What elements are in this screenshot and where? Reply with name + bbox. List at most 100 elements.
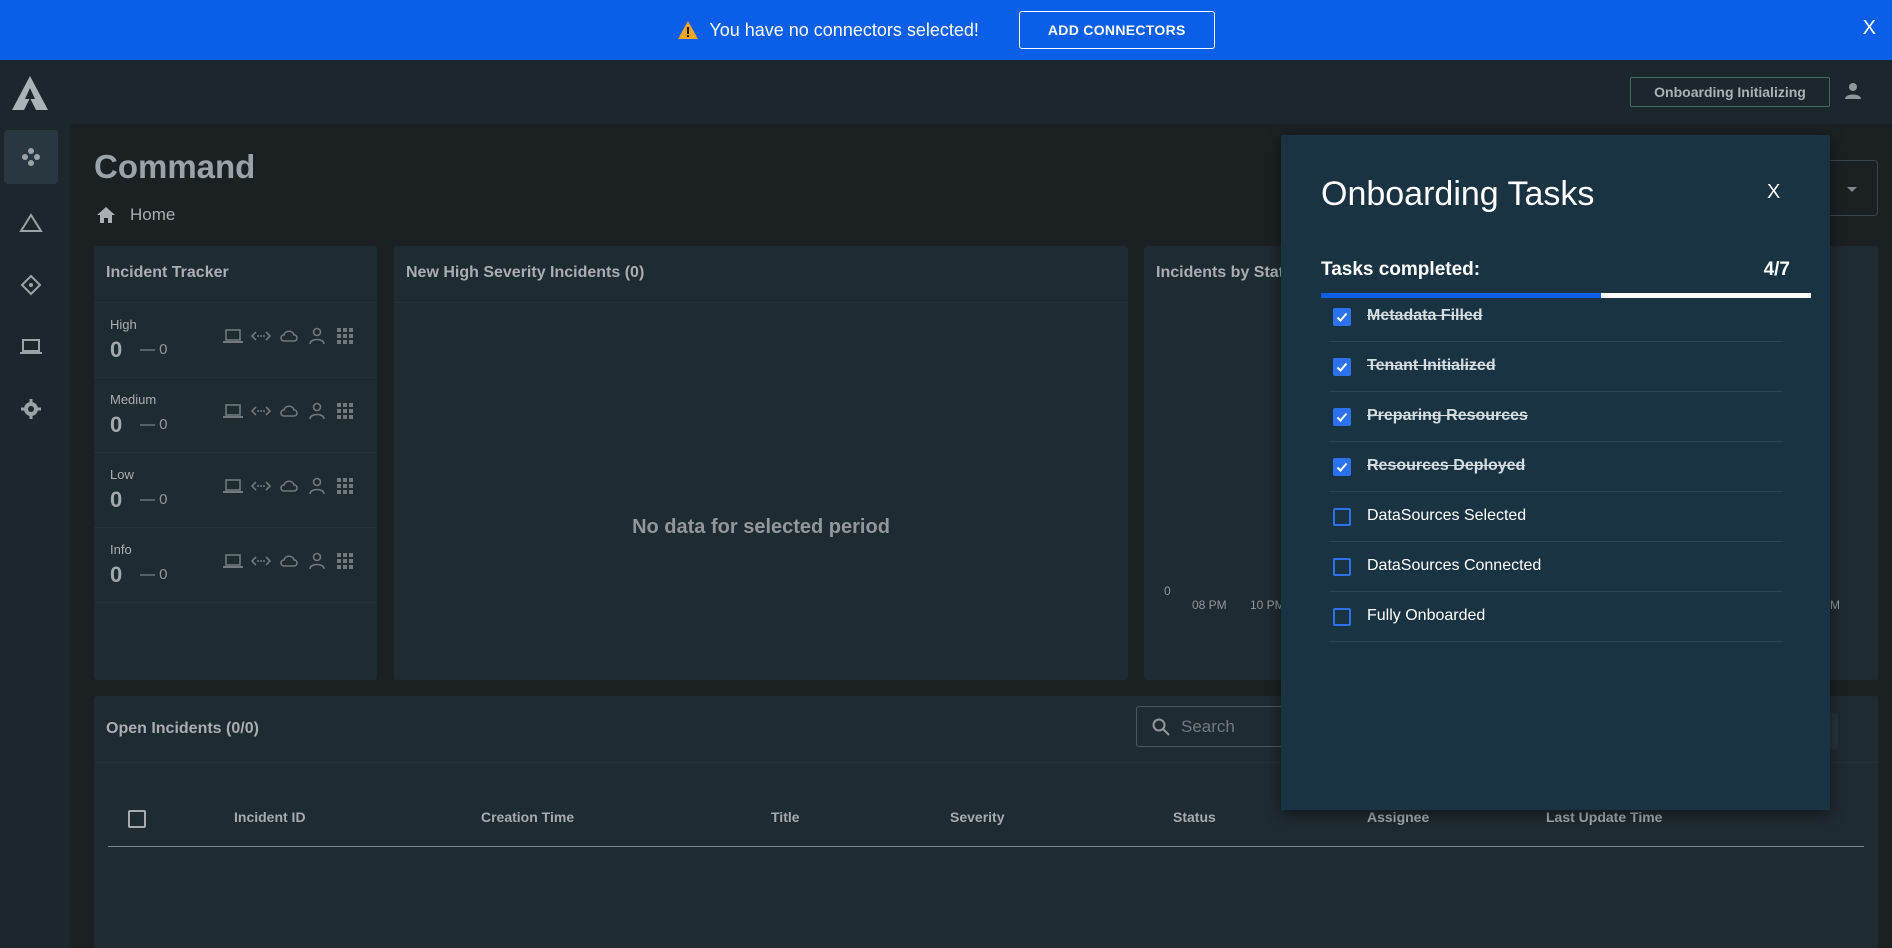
- onboarding-task-item: DataSources Selected: [1329, 492, 1783, 542]
- add-connectors-button[interactable]: ADD CONNECTORS: [1018, 11, 1215, 49]
- search-input[interactable]: Search: [1136, 706, 1296, 747]
- select-all-checkbox[interactable]: [128, 810, 146, 828]
- column-header-assignee[interactable]: Assignee: [1367, 809, 1429, 825]
- severity-count: 0: [110, 337, 123, 362]
- onboarding-tasks-panel: Onboarding Tasks X Tasks completed: 4/7 …: [1281, 135, 1830, 810]
- settings-gear-icon: [21, 399, 41, 419]
- empty-state-message: No data for selected period: [632, 516, 890, 538]
- person-icon[interactable]: [306, 325, 328, 347]
- source-icons: [222, 325, 356, 347]
- incident-tracker-row-low[interactable]: Low 0 — 0: [94, 453, 377, 528]
- severity-label: Info: [110, 542, 132, 557]
- onboarding-status-button[interactable]: Onboarding Initializing: [1630, 77, 1830, 107]
- severity-delta: — 0: [140, 566, 168, 583]
- severity-label: Low: [110, 467, 134, 482]
- onboarding-task-item: Resources Deployed: [1329, 442, 1783, 492]
- breadcrumb-home[interactable]: Home: [130, 205, 175, 225]
- checkmark-icon: [1336, 312, 1348, 322]
- column-header-severity[interactable]: Severity: [950, 809, 1004, 825]
- banner-close-button[interactable]: X: [1863, 17, 1876, 40]
- x-tick-label: M: [1830, 598, 1840, 612]
- table-header-divider: [108, 846, 1864, 847]
- incident-tracker-row-high[interactable]: High 0 — 0: [94, 303, 377, 378]
- task-checkbox-checked[interactable]: [1333, 408, 1351, 426]
- onboarding-task-item: Tenant Initialized: [1329, 342, 1783, 392]
- column-header-title[interactable]: Title: [771, 809, 800, 825]
- breadcrumb: Home: [96, 205, 175, 225]
- task-checkbox-checked[interactable]: [1333, 358, 1351, 376]
- network-icon[interactable]: [250, 475, 272, 497]
- connectors-banner: You have no connectors selected! ADD CON…: [0, 0, 1892, 60]
- incident-tracker-row-medium[interactable]: Medium 0 — 0: [94, 378, 377, 453]
- severity-count: 0: [110, 562, 123, 587]
- tasks-completed-count: 4/7: [1763, 259, 1790, 280]
- onboarding-task-item: Metadata Filled: [1329, 292, 1783, 342]
- person-icon[interactable]: [306, 550, 328, 572]
- cloud-icon[interactable]: [278, 325, 300, 347]
- apps-grid-icon[interactable]: [334, 325, 356, 347]
- card-divider: [394, 302, 1128, 303]
- search-placeholder: Search: [1181, 716, 1235, 736]
- sidebar-item-settings[interactable]: [4, 382, 58, 436]
- task-checkbox-checked[interactable]: [1333, 458, 1351, 476]
- top-bar: [0, 60, 1892, 124]
- severity-count: 0: [110, 487, 123, 512]
- network-icon[interactable]: [250, 325, 272, 347]
- banner-message: You have no connectors selected!: [709, 19, 979, 40]
- task-label: DataSources Selected: [1367, 507, 1527, 524]
- network-icon[interactable]: [250, 400, 272, 422]
- laptop-icon[interactable]: [222, 550, 244, 572]
- sidebar-item-incidents[interactable]: [4, 196, 58, 250]
- sidebar-item-command[interactable]: [4, 130, 58, 184]
- apps-grid-icon[interactable]: [334, 550, 356, 572]
- search-icon: [1152, 718, 1170, 736]
- apps-grid-icon[interactable]: [334, 475, 356, 497]
- task-checkbox-unchecked[interactable]: [1333, 508, 1351, 526]
- x-tick-label: 08 PM: [1192, 598, 1227, 612]
- network-icon[interactable]: [250, 550, 272, 572]
- source-icons: [222, 475, 356, 497]
- cloud-icon[interactable]: [278, 475, 300, 497]
- severity-delta: — 0: [140, 416, 168, 433]
- task-checkbox-unchecked[interactable]: [1333, 558, 1351, 576]
- warning-icon: [678, 21, 699, 39]
- column-header-status[interactable]: Status: [1173, 809, 1216, 825]
- user-account-icon[interactable]: [1842, 80, 1864, 102]
- task-checkbox-unchecked[interactable]: [1333, 608, 1351, 626]
- onboarding-task-item: Preparing Resources: [1329, 392, 1783, 442]
- task-label: Fully Onboarded: [1367, 607, 1486, 624]
- person-icon[interactable]: [306, 400, 328, 422]
- column-header-incident-id[interactable]: Incident ID: [234, 809, 306, 825]
- person-icon[interactable]: [306, 475, 328, 497]
- laptop-icon[interactable]: [222, 400, 244, 422]
- cloud-icon[interactable]: [278, 400, 300, 422]
- column-header-creation-time[interactable]: Creation Time: [481, 809, 574, 825]
- severity-count: 0: [110, 412, 123, 437]
- panel-close-button[interactable]: X: [1767, 181, 1780, 204]
- laptop-icon[interactable]: [222, 325, 244, 347]
- home-icon[interactable]: [96, 205, 116, 225]
- chevron-down-icon: [1847, 187, 1857, 192]
- apps-grid-icon[interactable]: [334, 400, 356, 422]
- cloud-icon[interactable]: [278, 550, 300, 572]
- y-axis-zero-label: 0: [1164, 584, 1171, 598]
- incident-tracker-row-info[interactable]: Info 0 — 0: [94, 528, 377, 603]
- incidents-by-status-title: Incidents by Stat: [1156, 264, 1285, 281]
- logo-icon[interactable]: [10, 72, 50, 116]
- onboarding-task-item: Fully Onboarded: [1329, 592, 1783, 642]
- sidebar-item-connectors[interactable]: [4, 258, 58, 312]
- tasks-completed-label: Tasks completed:: [1321, 259, 1481, 280]
- task-label: Tenant Initialized: [1367, 357, 1496, 374]
- x-tick-label: 10 PM: [1250, 598, 1285, 612]
- command-icon: [22, 148, 40, 166]
- laptop-icon[interactable]: [222, 475, 244, 497]
- severity-label: Medium: [110, 392, 157, 407]
- task-label: Preparing Resources: [1367, 407, 1528, 424]
- column-header-last-update-time[interactable]: Last Update Time: [1546, 809, 1662, 825]
- devices-laptop-icon: [20, 339, 42, 354]
- checkmark-icon: [1336, 412, 1348, 422]
- sidebar-item-devices[interactable]: [4, 320, 58, 374]
- task-checkbox-checked[interactable]: [1333, 308, 1351, 326]
- severity-label: High: [110, 317, 137, 332]
- incidents-triangle-icon: [19, 213, 43, 232]
